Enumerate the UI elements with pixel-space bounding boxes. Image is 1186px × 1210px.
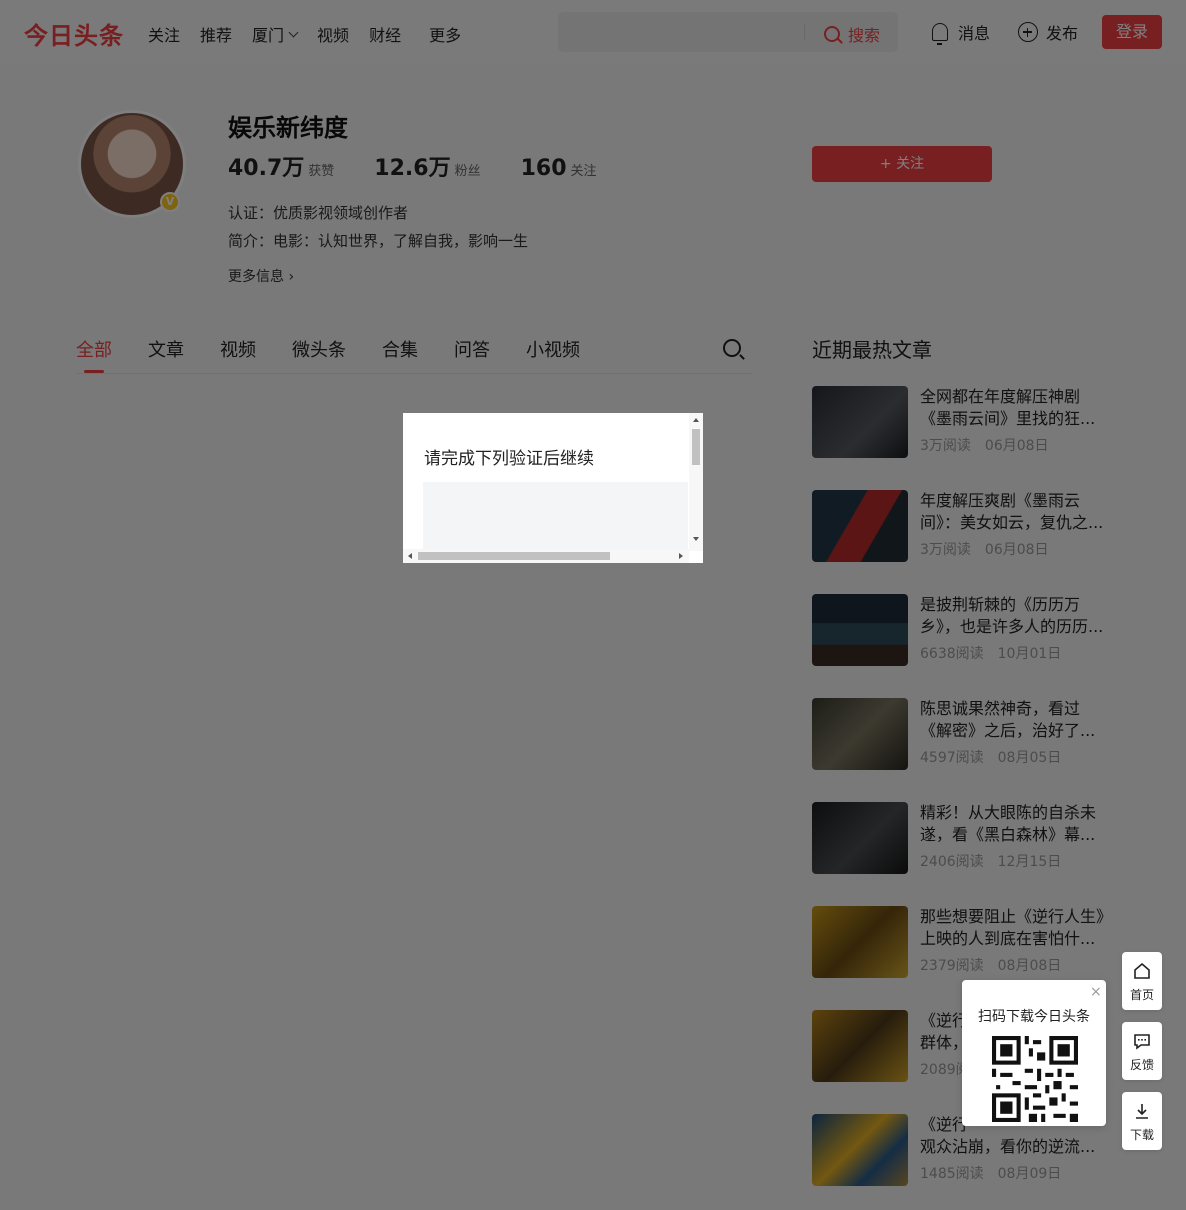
scroll-down-arrow-icon[interactable] [693, 537, 699, 541]
scroll-up-arrow-icon[interactable] [693, 418, 699, 422]
qr-caption: 扫码下载今日头条 [978, 1009, 1090, 1025]
horizontal-scrollbar[interactable] [403, 549, 689, 563]
side-feedback-button[interactable]: 反馈 [1122, 1022, 1162, 1080]
download-icon [1136, 1104, 1148, 1119]
scroll-left-arrow-icon[interactable] [408, 553, 412, 559]
verification-dialog: 请完成下列验证后继续 [403, 413, 703, 563]
captcha-area[interactable] [423, 482, 688, 550]
side-download-button[interactable]: 下载 [1122, 1092, 1162, 1150]
vertical-scroll-thumb[interactable] [692, 429, 700, 465]
close-icon[interactable]: × [1090, 984, 1102, 1000]
scroll-right-arrow-icon[interactable] [679, 553, 683, 559]
verification-title: 请完成下列验证后继续 [424, 449, 594, 469]
side-download-label: 下载 [1129, 1128, 1154, 1142]
feedback-icon [1134, 1034, 1150, 1050]
vertical-scrollbar[interactable] [689, 413, 703, 551]
side-home-label: 首页 [1129, 988, 1154, 1002]
horizontal-scroll-thumb[interactable] [418, 552, 610, 560]
home-icon [1134, 962, 1150, 979]
qr-download-card: × 扫码下载今日头条 [962, 980, 1106, 1126]
side-home-button[interactable]: 首页 [1122, 952, 1162, 1010]
side-feedback-label: 反馈 [1129, 1058, 1154, 1072]
qr-code-icon [992, 1036, 1078, 1122]
